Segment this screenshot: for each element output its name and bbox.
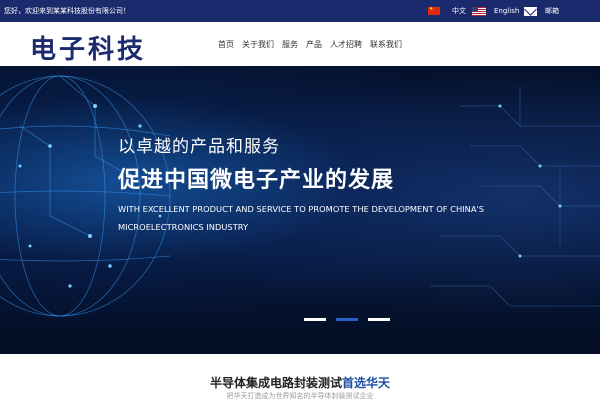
lang-english-label: English xyxy=(494,7,520,15)
nav-item-products[interactable]: 产品 xyxy=(306,39,322,50)
slider-pagination xyxy=(304,318,390,321)
main-nav: 首页 关于我们 服务 产品 人才招聘 联系我们 xyxy=(218,39,402,50)
section-title-main: 半导体集成电路封装测试 xyxy=(209,376,342,390)
hero-banner: 以卓越的产品和服务 促进中国微电子产业的发展 WITH EXCELLENT PR… xyxy=(0,66,600,354)
slide-dot-1[interactable] xyxy=(304,318,326,321)
slide-dot-2[interactable] xyxy=(336,318,358,321)
nav-item-services[interactable]: 服务 xyxy=(282,39,298,50)
slide-dot-3[interactable] xyxy=(368,318,390,321)
mail-label: 邮箱 xyxy=(545,7,559,15)
site-logo[interactable]: 电子科技 xyxy=(30,29,146,66)
nav-item-careers[interactable]: 人才招聘 xyxy=(330,39,362,50)
hero-headline-1: 以卓越的产品和服务 xyxy=(118,137,280,157)
hero-headline-2: 促进中国微电子产业的发展 xyxy=(118,168,395,193)
mail-icon xyxy=(524,6,537,16)
top-utility-bar: 您好，欢迎来到某某科技股份有限公司！ 中文 English 邮箱 xyxy=(0,0,600,22)
lang-chinese-link[interactable]: 中文 xyxy=(428,5,466,17)
section-title-highlight: 首选华天 xyxy=(342,376,391,390)
site-header: 电子科技 首页 关于我们 服务 产品 人才招聘 联系我们 xyxy=(0,22,600,66)
us-flag-icon xyxy=(472,6,486,16)
nav-item-about[interactable]: 关于我们 xyxy=(242,39,274,50)
lang-chinese-label: 中文 xyxy=(452,7,466,15)
section-title: 半导体集成电路封装测试首选华天 xyxy=(0,374,600,391)
china-flag-icon xyxy=(428,6,440,15)
nav-item-home[interactable]: 首页 xyxy=(218,39,234,50)
welcome-text: 您好，欢迎来到某某科技股份有限公司！ xyxy=(4,7,130,15)
intro-section: 半导体集成电路封装测试首选华天 把华天打造成为世界知名的半导体封装测试企业 xyxy=(0,354,600,413)
section-subtitle: 把华天打造成为世界知名的半导体封装测试企业 xyxy=(226,392,374,400)
mail-link[interactable]: 邮箱 xyxy=(524,5,559,17)
lang-english-link[interactable]: English xyxy=(472,5,519,17)
hero-english-tagline: WITH EXCELLENT PRODUCT AND SERVICE TO PR… xyxy=(118,204,485,232)
nav-item-contact[interactable]: 联系我们 xyxy=(370,39,402,50)
